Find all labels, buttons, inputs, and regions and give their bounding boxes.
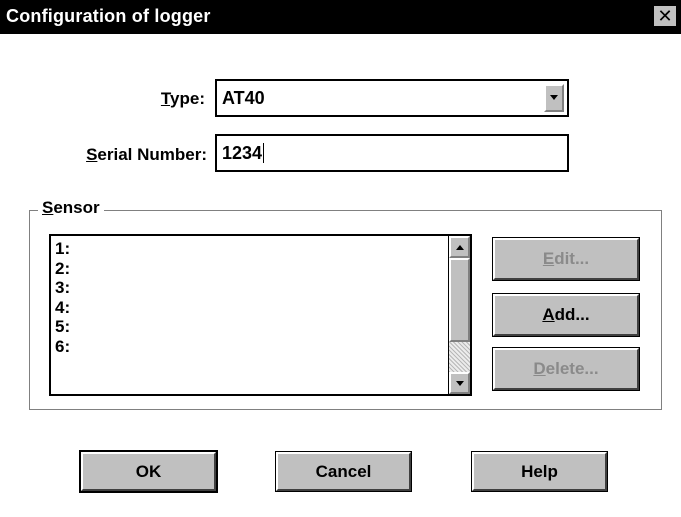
type-select[interactable]: AT40: [215, 79, 569, 117]
sensor-listbox[interactable]: 1: 2: 3: 4: 5: 6:: [49, 234, 472, 396]
scroll-up-button[interactable]: [449, 236, 470, 258]
arrow-up-icon: [455, 244, 464, 250]
add-button[interactable]: Add...: [492, 293, 640, 337]
type-dropdown-button[interactable]: [544, 84, 564, 112]
edit-button[interactable]: Edit...: [492, 237, 640, 281]
serial-number-input[interactable]: 1234: [215, 134, 569, 172]
help-button[interactable]: Help: [471, 451, 608, 492]
type-label: Type:: [160, 89, 205, 108]
chevron-down-icon: [550, 95, 558, 100]
config-dialog: Configuration of logger ✕ Type: AT40 Ser…: [0, 0, 681, 517]
sensor-group-label: Sensor: [38, 198, 104, 218]
list-item[interactable]: 1:: [55, 239, 70, 259]
list-item[interactable]: 4:: [55, 298, 70, 318]
type-value: AT40: [222, 87, 265, 108]
scroll-track[interactable]: [449, 342, 470, 372]
serial-number-label: Serial Number:: [86, 145, 207, 164]
arrow-down-icon: [455, 380, 464, 386]
cancel-button[interactable]: Cancel: [275, 451, 412, 492]
sensor-scrollbar[interactable]: [448, 236, 470, 394]
list-item[interactable]: 6:: [55, 337, 70, 357]
scroll-down-button[interactable]: [449, 372, 470, 394]
close-button[interactable]: ✕: [653, 5, 677, 27]
delete-button[interactable]: Delete...: [492, 347, 640, 391]
list-item[interactable]: 3:: [55, 278, 70, 298]
list-item[interactable]: 2:: [55, 259, 70, 279]
scroll-thumb[interactable]: [449, 258, 470, 342]
title-bar[interactable]: Configuration of logger ✕: [0, 0, 681, 34]
sensor-list: 1: 2: 3: 4: 5: 6:: [55, 239, 70, 356]
ok-button[interactable]: OK: [79, 450, 218, 493]
list-item[interactable]: 5:: [55, 317, 70, 337]
text-caret: [263, 143, 265, 163]
serial-number-value: 1234: [222, 142, 263, 163]
close-icon: ✕: [657, 6, 673, 26]
window-title: Configuration of logger: [6, 6, 211, 26]
